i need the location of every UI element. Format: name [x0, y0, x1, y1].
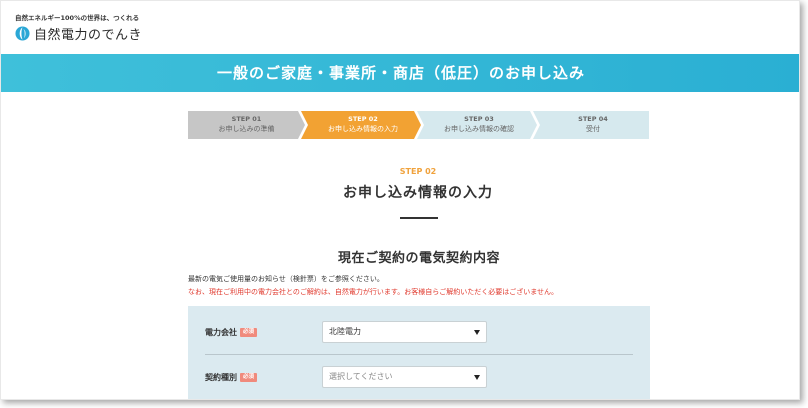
contract-type-select-placeholder: 選択してください [329, 372, 393, 381]
caret-down-icon [474, 330, 480, 335]
form-row-contract-type: 契約種別 必須 選択してください [205, 365, 633, 389]
subsection-title: 現在ご契約の電気契約内容 [337, 251, 500, 266]
required-badge: 必須 [240, 328, 258, 337]
title-divider [400, 217, 438, 219]
section-step-label: STEP 02 [399, 167, 437, 176]
caret-down-icon [474, 375, 480, 380]
step-03: STEP 03 お申し込み情報の確認 [421, 111, 537, 139]
logo-leaf-icon [15, 26, 30, 41]
company-select[interactable]: 北陸電力 [322, 321, 487, 343]
section-title: お申し込み情報の入力 [343, 185, 493, 201]
form-row-divider [205, 354, 633, 355]
step-01-number: STEP 01 [231, 115, 262, 123]
company-label-text: 電力会社 [205, 328, 237, 337]
bill-reference-note: 最新の電気ご使用量のお知らせ（検針票）をご参照ください。 [188, 275, 384, 283]
step-02-number: STEP 02 [348, 115, 378, 123]
contract-type-field-label: 契約種別 必須 [205, 372, 258, 383]
step-01-label: お申し込みの準備 [218, 125, 275, 133]
step-progress: STEP 01 お申し込みの準備 STEP 02 お申し込み情報の入力 STEP… [188, 111, 649, 139]
cancellation-warning: なお、現在ご利用中の電力会社とのご解約は、自然電力が行います。お客様自らご解約い… [188, 288, 559, 296]
step-04-number: STEP 04 [578, 115, 608, 123]
step-03-label: お申し込み情報の確認 [444, 125, 514, 133]
site-tagline: 自然エネルギー100%の世界は、つくれる [15, 14, 140, 22]
page-title: 一般のご家庭・事業所・商店（低圧）のお申し込み [216, 64, 585, 82]
step-04: STEP 04 受付 [537, 111, 649, 139]
step-03-number: STEP 03 [464, 115, 494, 123]
page-banner: 一般のご家庭・事業所・商店（低圧）のお申し込み [1, 54, 799, 92]
step-04-label: 受付 [586, 125, 600, 133]
step-01: STEP 01 お申し込みの準備 [188, 111, 305, 139]
company-field-label: 電力会社 必須 [205, 327, 258, 338]
site-logo[interactable]: 自然電力のでんき [15, 24, 142, 43]
contract-type-select[interactable]: 選択してください [322, 366, 487, 388]
required-badge: 必須 [240, 373, 258, 382]
contract-type-label-text: 契約種別 [205, 373, 237, 382]
site-header: 自然エネルギー100%の世界は、つくれる 自然電力のでんき [1, 1, 799, 53]
form-row-company: 電力会社 必須 北陸電力 [205, 320, 633, 344]
page-frame: 自然エネルギー100%の世界は、つくれる 自然電力のでんき 一般のご家庭・事業所… [0, 0, 800, 400]
contract-form: 電力会社 必須 北陸電力 契約種別 必須 選択してください [188, 306, 650, 399]
company-select-value: 北陸電力 [329, 327, 361, 336]
step-02-label: お申し込み情報の入力 [328, 125, 398, 133]
logo-text: 自然電力のでんき [34, 28, 143, 43]
step-02: STEP 02 お申し込み情報の入力 [305, 111, 421, 139]
